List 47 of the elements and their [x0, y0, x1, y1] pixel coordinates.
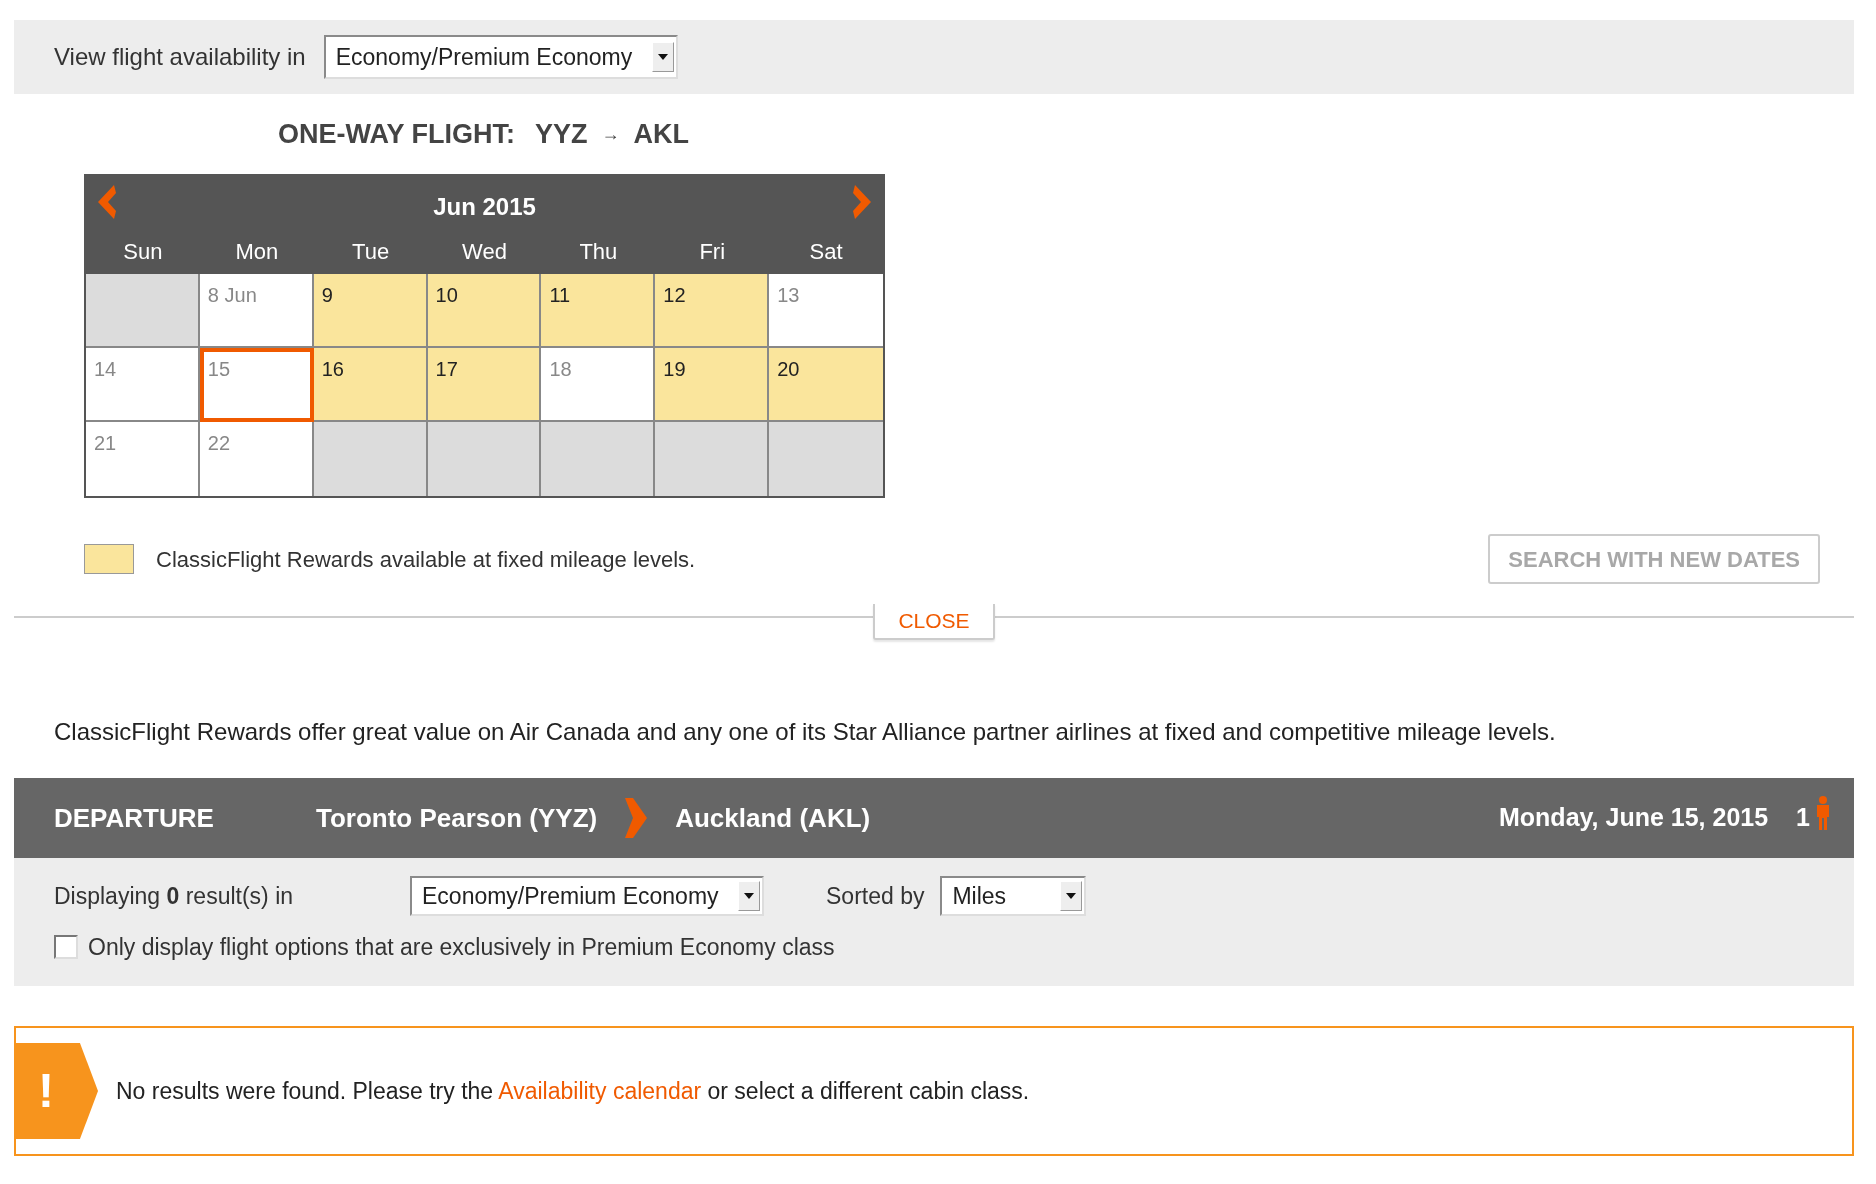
legend-text: ClassicFlight Rewards available at fixed mileage levels. — [156, 545, 696, 574]
premium-only-label: Only display flight options that are exclusively in Premium Economy class — [88, 933, 835, 962]
weekday-label: Mon — [234, 238, 280, 266]
weekday-label: Thu — [578, 238, 619, 266]
weekday-label: Tue — [351, 238, 391, 266]
destination-code: AKL — [633, 117, 690, 151]
results-count-text: Displaying 0 result(s) in — [54, 881, 295, 911]
calendar-day[interactable]: 18 — [541, 348, 656, 422]
calendar-day[interactable]: 10 — [427, 274, 542, 348]
passenger-count: 1 — [1796, 802, 1810, 834]
calendar-day[interactable]: 15 — [199, 348, 314, 422]
legend-swatch — [84, 544, 134, 574]
route-chevron-icon — [625, 798, 648, 838]
dropdown-arrow-icon — [744, 893, 754, 899]
calendar-day[interactable]: 11 — [541, 274, 656, 348]
calendar-day[interactable]: 20 — [769, 348, 883, 422]
calendar-day[interactable]: 17 — [427, 348, 542, 422]
dropdown-select[interactable]: Economy/Premium Economy — [323, 35, 678, 79]
dropdown-select[interactable]: Miles — [940, 876, 1087, 916]
weekday-label: Sun — [122, 238, 164, 266]
flight-type-title: ONE-WAY FLIGHT: — [278, 117, 515, 151]
person-icon — [1816, 796, 1830, 830]
origin-code: YYZ — [535, 117, 588, 151]
destination-airport: Auckland (AKL) — [675, 801, 871, 835]
calendar-day[interactable]: 19 — [655, 348, 770, 422]
route-arrow: → — [601, 122, 620, 146]
dropdown-arrow-icon — [657, 54, 668, 60]
weekday-label: Sat — [808, 238, 844, 266]
origin-airport: Toronto Pearson (YYZ) — [316, 801, 598, 835]
dropdown-arrow-icon — [1066, 893, 1077, 899]
premium-only-checkbox[interactable] — [54, 935, 78, 960]
weekday-label: Fri — [698, 238, 727, 266]
sort-label: Sorted by — [826, 881, 925, 911]
availability-label: View flight availability in — [54, 42, 306, 72]
intro-text: ClassicFlight Rewards offer great value on Air Canada and any one of its Star Alliance partner airlines at fixed and competitive mileage levels. — [53, 717, 1557, 747]
calendar-day[interactable]: 14 — [86, 348, 200, 422]
warning-badge: ! — [16, 1043, 98, 1139]
calendar-day[interactable]: 12 — [655, 274, 770, 348]
calendar-day[interactable]: 9 — [313, 274, 428, 348]
no-results-message: No results were found. Please try the Availability calendar or select a different cabin class. — [116, 1076, 1030, 1106]
weekday-label: Wed — [461, 238, 508, 266]
dropdown-select[interactable]: Economy/Premium Economy — [410, 876, 764, 916]
departure-date: Monday, June 15, 2015 — [1499, 802, 1769, 834]
calendar-day[interactable]: 8 Jun — [199, 274, 314, 348]
departure-heading: DEPARTURE — [54, 801, 215, 835]
calendar-month: Jun 2015 — [433, 191, 536, 222]
calendar-day[interactable]: 16 — [313, 348, 428, 422]
